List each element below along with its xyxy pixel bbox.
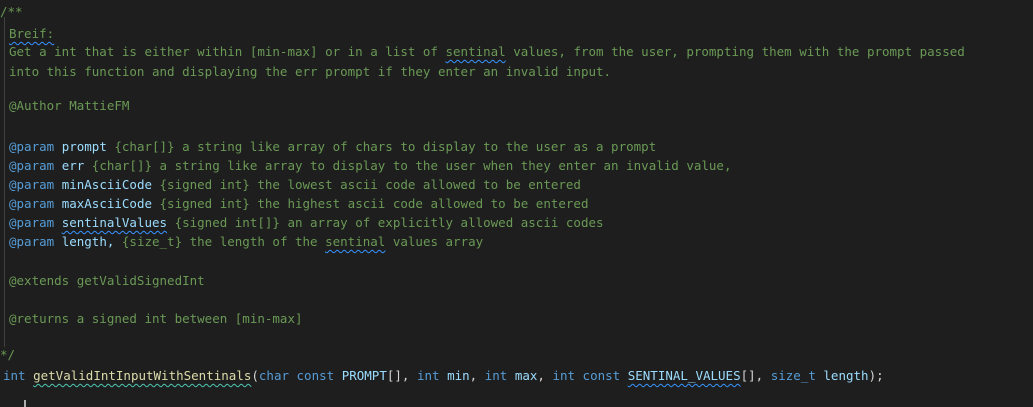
brief-word: Breif: [9,26,55,41]
param-line: @param length, {size_t} the length of th… [9,234,484,249]
extends-line: @extends getValidSignedInt [9,273,205,288]
comment-close: */ [0,347,16,362]
function-declaration: int getValidIntInputWithSentinals(char c… [3,368,884,383]
author-line: @Author MattieFM [9,98,130,113]
param-line: @param maxAsciiCode {signed int} the hig… [9,196,589,211]
param-line: @param err {char[]} a string like array … [9,158,732,173]
indent-guide [4,17,5,347]
param-line: @param minAsciiCode {signed int} the low… [9,177,581,192]
description-line-1: Get a int that is either within [min-max… [9,44,965,59]
param-line: @param prompt {char[]} a string like arr… [9,139,657,154]
comment-open: /** [0,4,23,19]
description-line-2: into this function and displaying the er… [9,64,612,79]
code-editor[interactable]: /** Breif: Get a int that is either with… [0,0,1033,407]
param-line: @param sentinalValues {signed int[]} an … [9,215,604,230]
returns-line: @returns a signed int between [min-max] [9,311,303,326]
brief-line: Breif: [9,25,54,43]
text-cursor [24,400,26,407]
function-name: getValidIntInputWithSentinals [33,368,252,383]
